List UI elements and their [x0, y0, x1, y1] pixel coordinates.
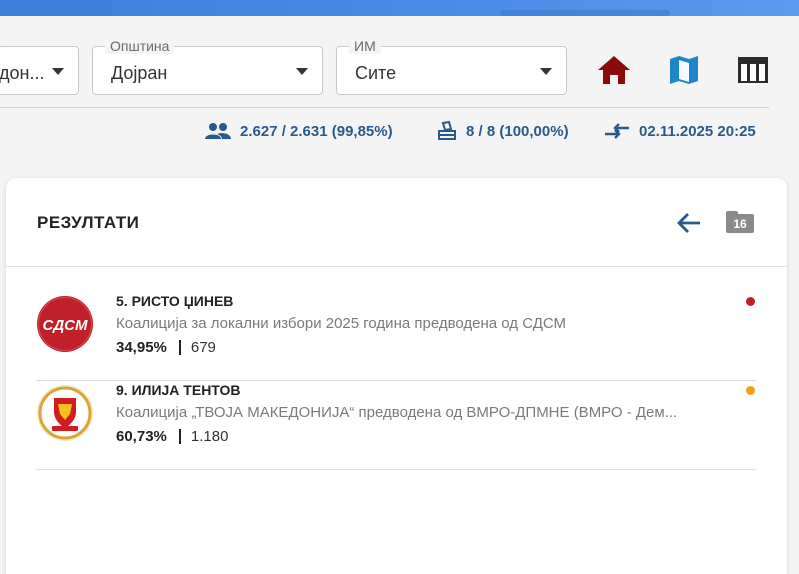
card-divider [6, 266, 787, 267]
candidate-name: 9. ИЛИЈА ТЕНТОВ [116, 382, 241, 398]
result-item[interactable]: 9. ИЛИЈА ТЕНТОВ Коалиција „ТВОЈА МАКЕДОН… [36, 372, 756, 470]
chevron-down-icon [296, 68, 308, 75]
results-count-folder[interactable]: 16 [726, 211, 754, 233]
sync-arrows-icon [605, 123, 629, 139]
region-select[interactable]: дон... [0, 46, 79, 95]
table-button[interactable] [735, 52, 771, 88]
coalition-name: Коалиција „ТВОЈА МАКЕДОНИЈА“ предводена … [116, 404, 678, 421]
result-item[interactable]: СДСМ 5. РИСТО ЏИНЕВ Коалиција за локални… [36, 283, 756, 381]
stat-separator [178, 429, 181, 444]
municipality-select[interactable]: Општина Дојран [92, 38, 323, 95]
chevron-down-icon [540, 68, 552, 75]
top-bar-tab-shadow [500, 10, 670, 16]
result-votes: 679 [190, 339, 216, 356]
municipality-select-value: Дојран [111, 63, 168, 83]
sdsm-logo: СДСМ [37, 296, 93, 352]
chevron-down-icon [52, 68, 64, 75]
result-percent: 60,73% [116, 428, 167, 445]
party-color-dot [746, 386, 755, 395]
coalition-name: Коалиција за локални избори 2025 година … [116, 315, 567, 332]
results-title: РЕЗУЛТАТИ [37, 213, 140, 232]
map-button[interactable] [666, 52, 702, 88]
voters-stat-text: 2.627 / 2.631 (99,85%) [240, 122, 393, 140]
vmro-dpmne-logo [37, 385, 93, 441]
table-icon [738, 57, 768, 83]
municipality-select-label: Општина [105, 38, 175, 54]
im-select-value: Сите [355, 63, 397, 83]
result-votes: 1.180 [190, 428, 229, 445]
result-percent: 34,95% [116, 339, 167, 356]
filter-divider [0, 107, 769, 108]
results-count: 16 [733, 217, 747, 231]
top-app-bar [0, 0, 799, 16]
people-icon [205, 123, 231, 139]
stations-stat-text: 8 / 8 (100,00%) [466, 122, 569, 140]
party-color-dot [746, 297, 755, 306]
ballot-box-icon [438, 121, 456, 140]
svg-text:СДСМ: СДСМ [43, 317, 88, 334]
map-icon [670, 56, 698, 84]
arrow-left-icon [677, 213, 700, 233]
results-card: РЕЗУЛТАТИ 16 СДСМ 5. РИСТО ЏИНЕВ Коалици… [6, 178, 787, 574]
im-select-label: ИМ [349, 38, 381, 54]
voters-stat: 2.627 / 2.631 (99,85%) [205, 120, 393, 142]
stat-separator [178, 340, 181, 355]
stations-stat: 8 / 8 (100,00%) [437, 120, 569, 142]
im-select[interactable]: ИМ Сите [336, 38, 567, 95]
updated-stat-text: 02.11.2025 20:25 [639, 122, 756, 140]
candidate-name: 5. РИСТО ЏИНЕВ [116, 293, 234, 309]
region-select-value: дон... [0, 63, 45, 83]
result-stats: 34,95% 679 [116, 339, 216, 356]
back-button[interactable] [673, 210, 705, 236]
home-icon [598, 56, 630, 84]
result-stats: 60,73% 1.180 [116, 428, 228, 445]
updated-stat: 02.11.2025 20:25 [604, 120, 756, 142]
home-button[interactable] [596, 52, 632, 88]
